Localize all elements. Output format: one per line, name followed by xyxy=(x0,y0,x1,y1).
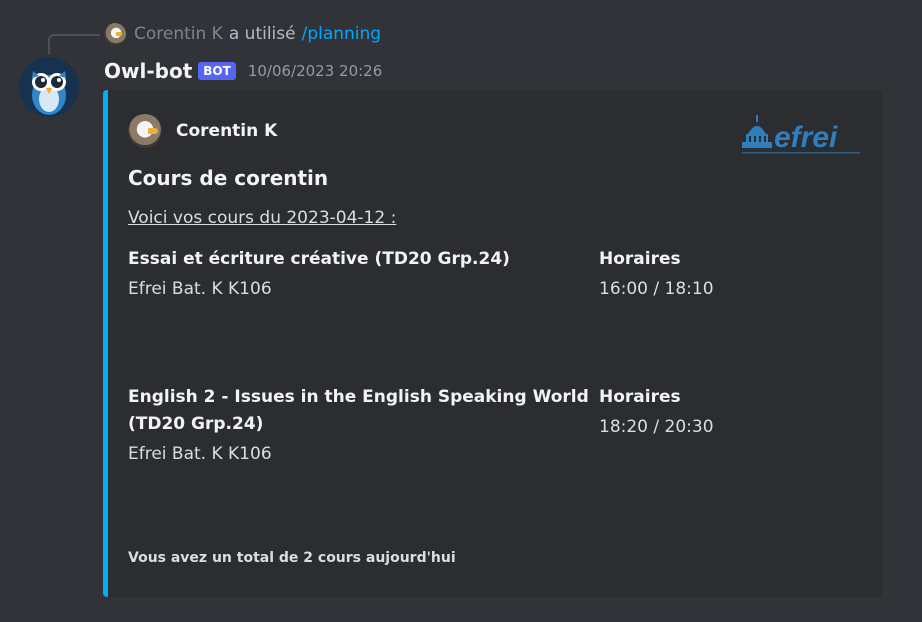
slash-command-link[interactable]: /planning xyxy=(302,24,382,44)
embed-description: Voici vos cours du 2023-04-12 : xyxy=(128,208,397,228)
embed-author: Corentin K xyxy=(128,114,277,148)
reply-user-avatar[interactable] xyxy=(104,23,126,45)
course-1-room: Efrei Bat. K K106 xyxy=(128,279,272,299)
course-2-name-line2: (TD20 Grp.24) xyxy=(128,414,264,434)
svg-text:efrei: efrei xyxy=(774,121,838,154)
reply-action-text: a utilisé xyxy=(228,24,296,44)
course-1-time: 16:00 / 18:10 xyxy=(599,279,714,299)
owl-icon xyxy=(19,57,79,117)
course-1-time-label: Horaires xyxy=(599,249,681,269)
reply-connector xyxy=(48,34,100,54)
course-1-name: Essai et écriture créative (TD20 Grp.24) xyxy=(128,249,510,269)
efrei-logo[interactable]: efrei xyxy=(740,112,862,158)
course-2-room: Efrei Bat. K K106 xyxy=(128,444,272,464)
embed-author-avatar xyxy=(128,114,162,148)
embed-footer: Vous avez un total de 2 cours aujourd'hu… xyxy=(128,550,456,566)
bot-badge: BOT xyxy=(198,62,236,80)
planning-embed: Corentin K efrei Cours de corentin Voici… xyxy=(103,90,882,597)
course-2-time-label: Horaires xyxy=(599,387,681,407)
command-reply-context[interactable]: Corentin K a utilisé /planning xyxy=(104,22,381,46)
embed-title: Cours de corentin xyxy=(128,166,329,190)
embed-author-name: Corentin K xyxy=(176,121,278,141)
reply-user-name[interactable]: Corentin K xyxy=(134,24,223,44)
message-timestamp[interactable]: 10/06/2023 20:26 xyxy=(248,62,382,80)
bot-avatar[interactable] xyxy=(19,57,79,117)
course-2-time: 18:20 / 20:30 xyxy=(599,417,714,437)
discord-message-view: Corentin K a utilisé /planning Owl-bot B… xyxy=(0,0,922,622)
message-header: Owl-bot BOT 10/06/2023 20:26 xyxy=(104,56,382,86)
course-2-name-line1: English 2 - Issues in the English Speaki… xyxy=(128,387,589,407)
bot-username[interactable]: Owl-bot xyxy=(104,59,192,83)
